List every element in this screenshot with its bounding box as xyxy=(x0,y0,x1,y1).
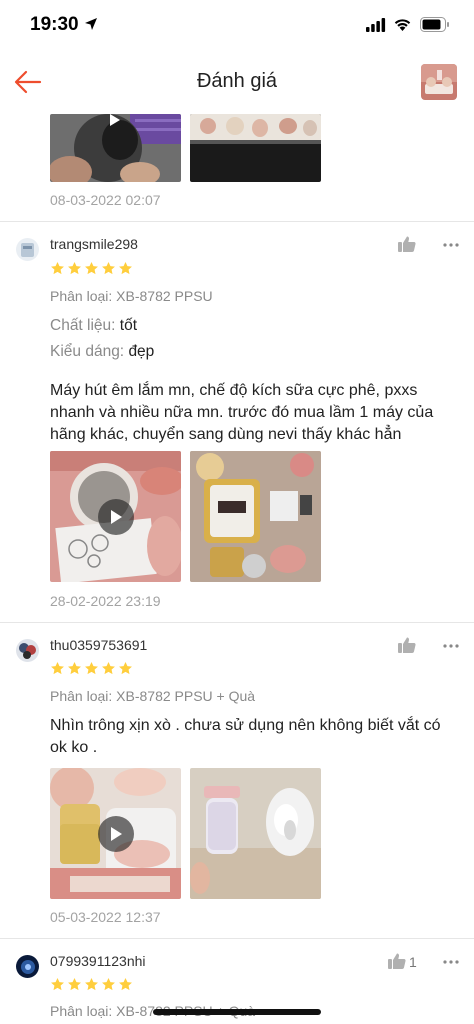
like-icon[interactable] xyxy=(398,637,416,653)
star-icon xyxy=(51,661,64,675)
star-icon xyxy=(85,661,98,675)
page-title: Đánh giá xyxy=(196,70,278,92)
battery-icon xyxy=(420,17,449,32)
star-icon xyxy=(119,977,132,991)
star-icon xyxy=(68,261,81,275)
star-rating xyxy=(50,661,133,676)
avatar[interactable] xyxy=(16,955,39,978)
location-arrow-icon xyxy=(85,18,97,30)
star-rating xyxy=(50,261,133,276)
review-date: 05-03-2022 12:37 xyxy=(50,909,161,925)
review-video[interactable] xyxy=(50,451,181,582)
review-username[interactable]: trangsmile298 xyxy=(50,236,138,252)
star-icon xyxy=(102,977,115,991)
status-bar: 19:30 xyxy=(0,0,474,52)
attribute-value: đẹp xyxy=(128,343,155,360)
star-icon xyxy=(51,977,64,991)
play-icon xyxy=(110,114,120,126)
header-bar: Đánh giá xyxy=(0,52,474,112)
review-date: 08-03-2022 02:07 xyxy=(50,192,161,208)
like-count: 1 xyxy=(409,954,417,970)
star-icon xyxy=(85,977,98,991)
avatar[interactable] xyxy=(16,238,39,261)
more-options-icon[interactable] xyxy=(443,960,459,964)
review-variation: Phân loại: XB-8782 PPSU xyxy=(50,288,213,304)
review-divider xyxy=(0,938,474,939)
like-icon[interactable] xyxy=(398,236,416,252)
review-username[interactable]: 0799391123nhi xyxy=(50,953,146,969)
star-icon xyxy=(68,977,81,991)
review-variation: Phân loại: XB-8782 PPSU + Quà xyxy=(50,688,256,704)
more-options-icon[interactable] xyxy=(443,644,459,648)
more-options-icon[interactable] xyxy=(443,243,459,247)
star-icon xyxy=(119,661,132,675)
review-video[interactable] xyxy=(50,114,181,182)
wifi-icon xyxy=(394,19,411,31)
cellular-signal-icon xyxy=(366,18,386,32)
product-thumbnail[interactable] xyxy=(421,64,457,100)
review-media-row xyxy=(50,768,321,899)
attribute-value: tốt xyxy=(119,317,138,334)
attribute-label: Chất liệu: xyxy=(50,317,116,334)
review-text: Máy hút êm lắm mn, chế độ kích sữa cực p… xyxy=(50,382,434,443)
review-attribute-style: Kiểu dáng: đẹp xyxy=(50,343,154,361)
review-username[interactable]: thu0359753691 xyxy=(50,637,147,653)
review-text: Nhìn trông xịn xò . chưa sử dụng nên khô… xyxy=(50,717,441,756)
review-image[interactable] xyxy=(190,451,321,582)
star-icon xyxy=(102,261,115,275)
status-time: 19:30 xyxy=(30,14,79,35)
review-image[interactable] xyxy=(190,114,321,182)
review-divider xyxy=(0,221,474,222)
star-icon xyxy=(85,261,98,275)
play-icon[interactable] xyxy=(98,816,134,852)
star-icon xyxy=(68,661,81,675)
review-date: 28-02-2022 23:19 xyxy=(50,593,161,609)
review-divider xyxy=(0,622,474,623)
star-icon xyxy=(119,261,132,275)
review-media-row xyxy=(50,451,321,582)
review-media-row xyxy=(50,114,321,182)
review-list[interactable]: 08-03-2022 02:07 trangsmile298 Phân loại… xyxy=(0,112,474,1024)
home-indicator xyxy=(153,1009,321,1015)
play-icon[interactable] xyxy=(98,499,134,535)
star-rating xyxy=(50,977,133,992)
review-attribute-material: Chất liệu: tốt xyxy=(50,317,137,335)
star-icon xyxy=(51,261,64,275)
star-icon xyxy=(102,661,115,675)
avatar[interactable] xyxy=(16,639,39,662)
review-video[interactable] xyxy=(50,768,181,899)
review-image[interactable] xyxy=(190,768,321,899)
attribute-label: Kiểu dáng: xyxy=(50,343,125,360)
like-icon[interactable] xyxy=(388,953,406,969)
